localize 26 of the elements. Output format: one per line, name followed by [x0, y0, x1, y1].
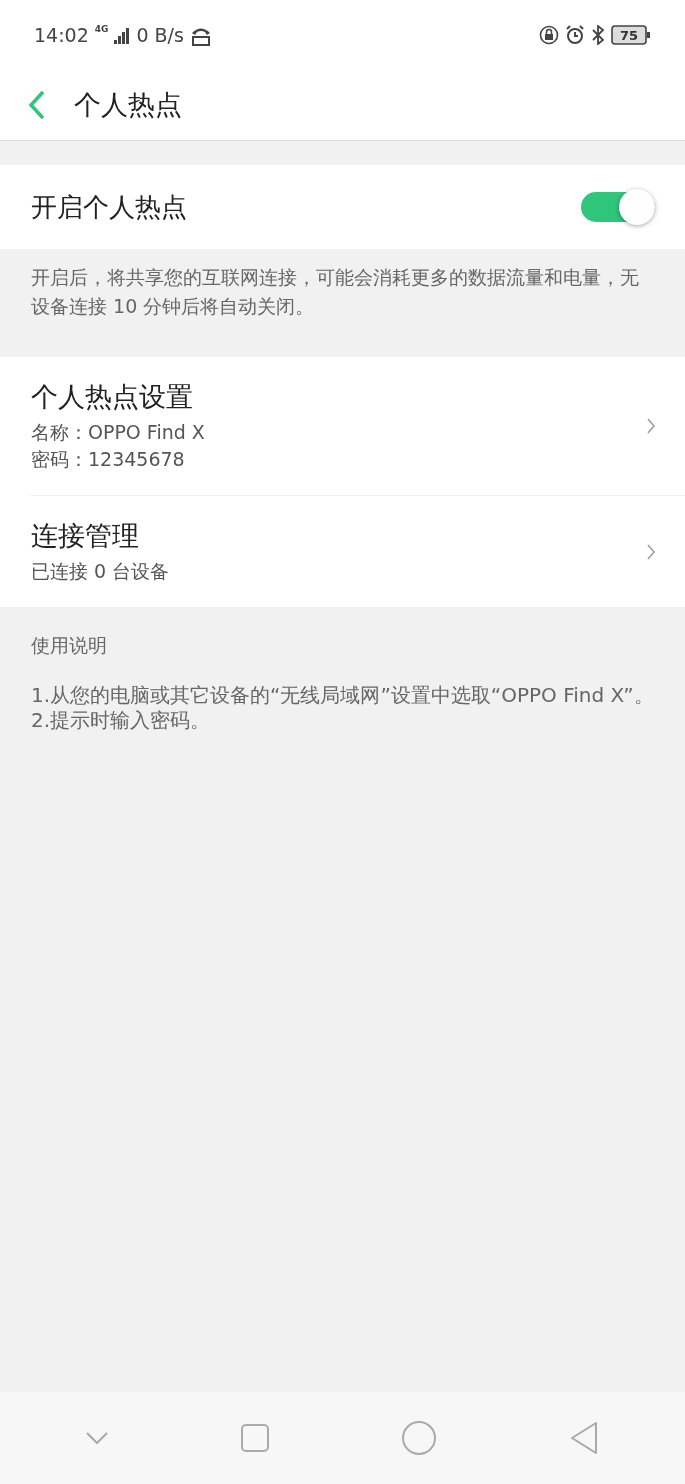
- page-title: 个人热点: [74, 88, 182, 122]
- chevron-icon: [647, 543, 655, 560]
- clock: 14:02: [34, 24, 89, 46]
- back-icon[interactable]: [28, 90, 46, 120]
- toggle-label: 开启个人热点: [31, 190, 187, 224]
- home-icon[interactable]: [401, 1420, 438, 1456]
- usage-heading: 使用说明: [31, 633, 108, 658]
- setting-detail: 名称：OPPO Find X: [31, 420, 206, 445]
- setting-title[interactable]: 个人热点设置: [31, 379, 647, 415]
- setting-detail: 密码：12345678: [31, 447, 186, 472]
- setting-detail: 已连接 0 台设备: [31, 559, 171, 584]
- chevron-down-icon[interactable]: [85, 1431, 108, 1445]
- bluetooth-icon: [591, 25, 605, 45]
- description: 开启后，将共享您的互联网连接，可能会消耗更多的数据流量和电量，无设备连接 10 分钟后将自动关闭。: [30, 265, 640, 319]
- back-nav-icon[interactable]: [569, 1421, 600, 1455]
- lock-rotation-icon: [539, 25, 559, 45]
- chevron-icon: [647, 418, 655, 434]
- usage-step: 1.从您的电脑或其它设备的“无线局域网”设置中选取“OPPO Find X”。: [31, 683, 654, 708]
- network-speed: 0 B/s: [136, 24, 184, 46]
- network-type: 4G: [94, 24, 109, 34]
- hotspot-switch[interactable]: [581, 192, 655, 222]
- recents-icon[interactable]: [239, 1423, 270, 1453]
- alarm-icon: [565, 25, 585, 45]
- usage-step: 2.提示时输入密码。: [31, 708, 654, 733]
- setting-title[interactable]: 连接管理: [31, 518, 647, 554]
- signal-icon: [114, 26, 131, 44]
